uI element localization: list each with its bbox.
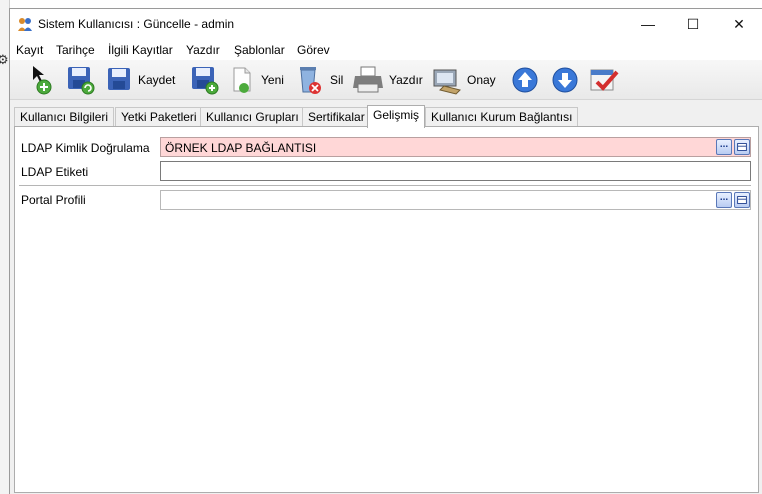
- advanced-tab-panel: LDAP Kimlik Doğrulama ÖRNEK LDAP BAĞLANT…: [14, 126, 759, 493]
- printer-icon[interactable]: [352, 64, 386, 96]
- tab-yetki-paketleri[interactable]: Yetki Paketleri: [115, 107, 203, 127]
- add-record-icon[interactable]: [30, 64, 56, 96]
- portal-profile-label: Portal Profili: [21, 193, 86, 207]
- menu-ilgili-kayitlar[interactable]: İlgili Kayıtlar: [108, 43, 173, 57]
- app-users-icon: [18, 18, 32, 31]
- menu-sablonlar[interactable]: Şablonlar: [234, 43, 285, 57]
- ldap-auth-lookup-button[interactable]: ...: [716, 139, 732, 155]
- delete-button[interactable]: Sil: [330, 73, 343, 87]
- ldap-auth-label: LDAP Kimlik Doğrulama: [21, 141, 150, 155]
- tab-kullanici-gruplari[interactable]: Kullanıcı Grupları: [200, 107, 305, 127]
- tab-gelismis[interactable]: Gelişmiş: [367, 105, 426, 128]
- menu-bar: Kayıt Tarihçe İlgili Kayıtlar Yazdır Şab…: [10, 40, 762, 60]
- ldap-auth-detail-icon[interactable]: [734, 139, 750, 155]
- approve-button[interactable]: Onay: [467, 73, 496, 87]
- approve-icon[interactable]: [430, 64, 464, 96]
- portal-profile-field[interactable]: ...: [160, 190, 751, 210]
- menu-kayit[interactable]: Kayıt: [16, 43, 43, 57]
- save-icon[interactable]: [106, 64, 132, 96]
- background-fragment-icon: ⚙: [0, 52, 9, 68]
- maximize-button[interactable]: ☐: [670, 9, 716, 40]
- tab-strip: Kullanıcı Bilgileri Yetki Paketleri Kull…: [10, 105, 762, 128]
- portal-profile-lookup-button[interactable]: ...: [716, 192, 732, 208]
- tab-sertifikalar[interactable]: Sertifikalar: [302, 107, 371, 127]
- main-window: Sistem Kullanıcısı : Güncelle - admin — …: [9, 8, 762, 494]
- arrow-down-icon[interactable]: [550, 64, 580, 96]
- save-button[interactable]: Kaydet: [138, 73, 175, 87]
- print-button[interactable]: Yazdır: [389, 73, 423, 87]
- toolbar: Kaydet Yeni Sil Yazdır Onay: [10, 60, 762, 100]
- save-refresh-icon[interactable]: [66, 64, 96, 96]
- menu-tarihce[interactable]: Tarihçe: [56, 43, 95, 57]
- ldap-tag-label: LDAP Etiketi: [21, 165, 89, 179]
- ldap-tag-field[interactable]: [160, 161, 751, 181]
- portal-profile-detail-icon[interactable]: [734, 192, 750, 208]
- delete-icon[interactable]: [296, 64, 324, 96]
- window-title: Sistem Kullanıcısı : Güncelle - admin: [38, 17, 235, 31]
- menu-gorev[interactable]: Görev: [297, 43, 330, 57]
- arrow-up-icon[interactable]: [510, 64, 540, 96]
- checklist-icon[interactable]: [588, 64, 620, 96]
- ldap-auth-field[interactable]: ÖRNEK LDAP BAĞLANTISI ...: [160, 137, 751, 157]
- section-separator: [19, 185, 751, 186]
- title-bar[interactable]: Sistem Kullanıcısı : Güncelle - admin — …: [10, 9, 762, 40]
- new-button[interactable]: Yeni: [261, 73, 284, 87]
- menu-yazdir[interactable]: Yazdır: [186, 43, 220, 57]
- tab-kullanici-kurum-baglantisi[interactable]: Kullanıcı Kurum Bağlantısı: [425, 107, 579, 127]
- close-button[interactable]: ✕: [716, 9, 762, 40]
- save-new-icon[interactable]: [190, 64, 220, 96]
- tab-kullanici-bilgileri[interactable]: Kullanıcı Bilgileri: [14, 107, 115, 127]
- ldap-auth-value: ÖRNEK LDAP BAĞLANTISI: [165, 141, 317, 155]
- minimize-button[interactable]: —: [625, 9, 671, 40]
- new-document-icon[interactable]: [230, 64, 254, 96]
